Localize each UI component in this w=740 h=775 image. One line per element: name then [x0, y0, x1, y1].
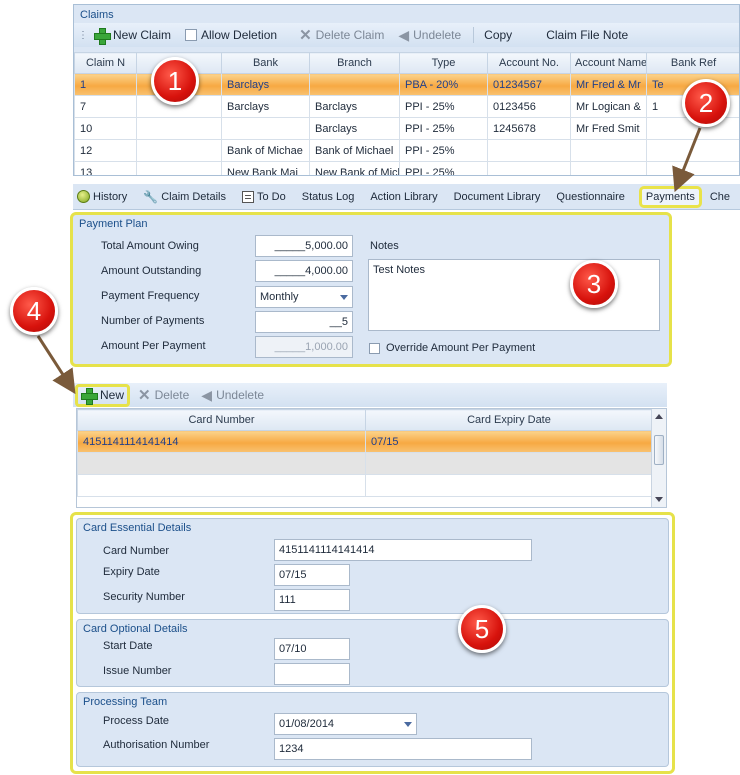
callout-badge-2: 2 — [682, 79, 730, 127]
arrow-to-payments-tab — [672, 127, 702, 193]
callout-badge-5: 5 — [458, 605, 506, 653]
callout-badge-3: 3 — [570, 260, 618, 308]
callout-badge-4: 4 — [10, 287, 58, 335]
callout-arrows — [36, 127, 702, 395]
arrow-to-new-button — [36, 335, 76, 395]
callout-badge-1: 1 — [151, 57, 199, 105]
